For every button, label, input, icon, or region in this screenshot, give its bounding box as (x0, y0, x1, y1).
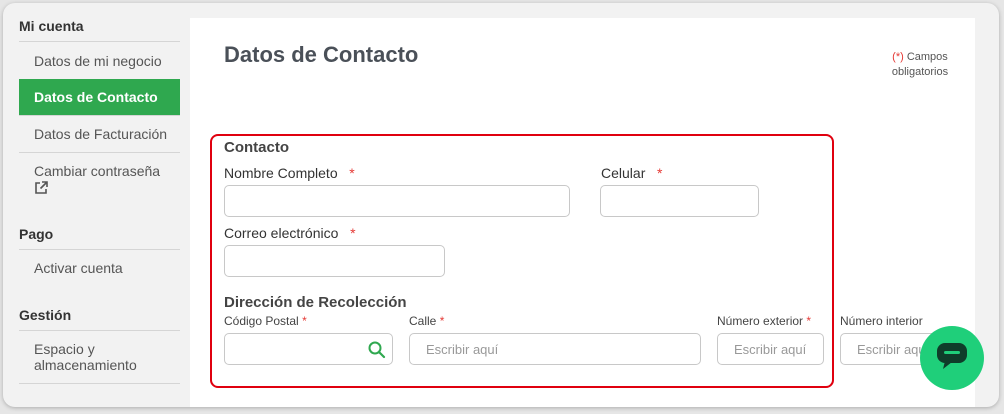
sidebar-item-datos-facturacion[interactable]: Datos de Facturación (19, 115, 180, 152)
pickup-section-title: Dirección de Recolección (224, 294, 407, 311)
phone-label: Celular * (601, 165, 662, 181)
full-name-label: Nombre Completo * (224, 165, 355, 181)
main-panel: Datos de Contacto (*) Campos obligatorio… (190, 18, 975, 407)
int-number-label: Número interior (840, 314, 923, 328)
required-star: * (439, 314, 445, 328)
sidebar-item-label: Cambiar contraseña (34, 163, 161, 179)
street-label: Calle * (409, 314, 444, 328)
ext-number-label-text: Número exterior (717, 314, 804, 328)
chat-button[interactable] (920, 326, 984, 390)
email-label-text: Correo electrónico (224, 225, 339, 241)
chat-bubble-icon (935, 341, 969, 376)
email-label: Correo electrónico * (224, 225, 356, 241)
required-star: * (806, 314, 812, 328)
required-star: * (657, 165, 663, 181)
window-frame: Mi cuenta Datos de mi negocio Datos de C… (3, 3, 999, 407)
sidebar-section-gestion: Gestión (19, 307, 72, 323)
sidebar-item-cambiar-contrasena[interactable]: Cambiar contraseña (19, 152, 180, 205)
sidebar: Mi cuenta Datos de mi negocio Datos de C… (3, 3, 183, 407)
sidebar-section-pago: Pago (19, 226, 54, 242)
required-fields-note: (*) Campos obligatorios (880, 50, 960, 80)
sidebar-section-mi-cuenta: Mi cuenta (19, 18, 84, 34)
external-link-icon (34, 181, 48, 198)
ext-number-label: Número exterior * (717, 314, 811, 328)
search-icon[interactable] (367, 340, 387, 360)
full-name-label-text: Nombre Completo (224, 165, 338, 181)
full-name-input[interactable] (224, 185, 570, 217)
street-label-text: Calle (409, 314, 437, 328)
sidebar-item-espacio[interactable]: Espacio y almacenamiento (19, 330, 180, 383)
postal-code-label: Código Postal * (224, 314, 307, 328)
divider (19, 383, 180, 384)
ext-number-input[interactable] (717, 333, 824, 365)
phone-label-text: Celular (601, 165, 646, 181)
sidebar-item-datos-negocio[interactable]: Datos de mi negocio (19, 41, 180, 79)
required-star: * (349, 165, 355, 181)
street-input[interactable] (409, 333, 701, 365)
phone-input[interactable] (600, 185, 759, 217)
required-star: * (302, 314, 307, 328)
sidebar-item-activar-cuenta[interactable]: Activar cuenta (19, 249, 180, 286)
sidebar-item-datos-contacto[interactable]: Datos de Contacto (19, 79, 180, 115)
email-input[interactable] (224, 245, 445, 277)
required-star: * (350, 225, 356, 241)
postal-code-label-text: Código Postal (224, 314, 299, 328)
required-marker: (*) (892, 51, 904, 63)
page-title: Datos de Contacto (224, 42, 419, 67)
contact-section-title: Contacto (224, 139, 289, 156)
